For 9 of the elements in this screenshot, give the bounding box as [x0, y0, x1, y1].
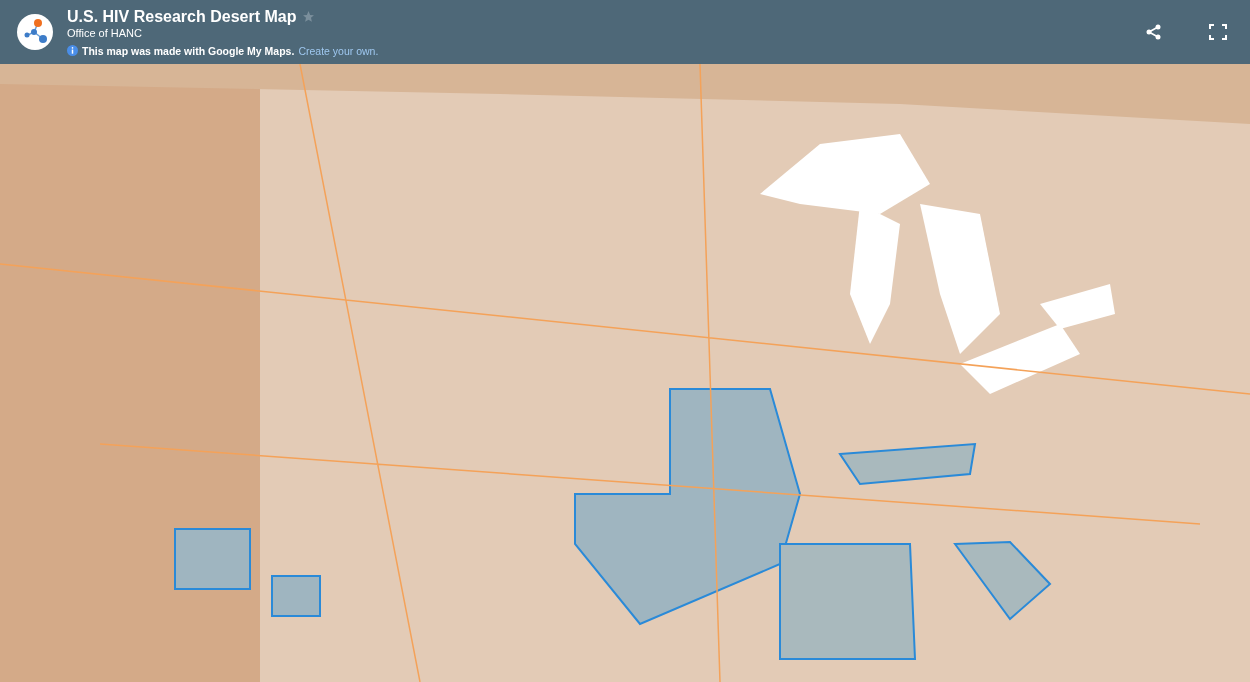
star-icon[interactable]	[302, 10, 316, 23]
map-owner: Office of HANC	[67, 26, 143, 39]
map-title: U.S. HIV Research Desert Map	[67, 7, 297, 26]
logo-icon	[17, 14, 53, 50]
info-icon	[67, 45, 78, 56]
create-link[interactable]: Create your own.	[298, 44, 379, 57]
share-icon	[1145, 23, 1163, 41]
notice-text: This map was made with Google My Maps.	[82, 44, 295, 57]
fullscreen-icon	[1209, 24, 1227, 40]
